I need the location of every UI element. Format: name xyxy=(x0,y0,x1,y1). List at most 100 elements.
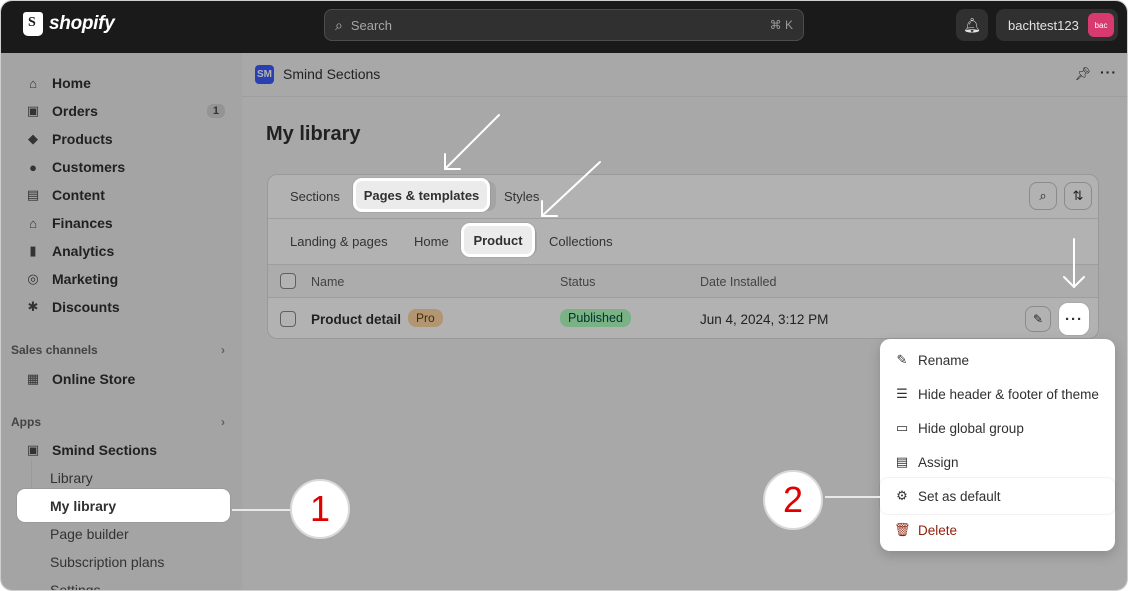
column-date-installed[interactable]: Date Installed xyxy=(700,275,776,289)
top-bar: shopify ⌕ Search ⌘ K 🔔︎ bachtest123 bac xyxy=(1,1,1127,53)
sort-button[interactable]: ⇅ xyxy=(1064,182,1092,210)
tab-landing-pages[interactable]: Landing & pages xyxy=(278,226,400,256)
search-input[interactable]: ⌕ Search ⌘ K xyxy=(324,9,804,41)
sidebar-item-products[interactable]: ◆ Products xyxy=(15,126,229,152)
sidebar-subitem-settings[interactable]: Settings xyxy=(50,582,101,590)
logo-text: shopify xyxy=(49,13,115,34)
menu-item-rename[interactable]: ✎ Rename xyxy=(880,343,1115,377)
more-actions-icon: ··· xyxy=(1065,310,1083,328)
page-title: My library xyxy=(266,123,361,145)
sidebar-item-content[interactable]: ▤ Content xyxy=(15,182,229,208)
table-header: Name Status Date Installed xyxy=(268,264,1098,298)
settings-icon: ⚙ xyxy=(896,488,908,503)
highlight-tab-pages-templates[interactable]: Pages & templates xyxy=(353,178,490,212)
sidebar-subitem-my-library[interactable]: My library xyxy=(17,489,230,522)
more-actions-icon[interactable]: ··· xyxy=(1100,64,1117,80)
edit-button[interactable]: ✎ xyxy=(1025,306,1051,332)
chart-icon: ▮ xyxy=(29,243,37,258)
pencil-icon: ✎ xyxy=(1032,312,1044,326)
tab-sections[interactable]: Sections xyxy=(278,181,352,211)
search-icon: ⌕ xyxy=(1039,188,1047,203)
sidebar-item-marketing[interactable]: ◎ Marketing xyxy=(15,266,229,292)
column-status[interactable]: Status xyxy=(560,275,595,289)
chevron-right-icon: › xyxy=(221,343,225,357)
sidebar-item-online-store[interactable]: ▦ Online Store xyxy=(15,366,229,392)
account-menu-button[interactable]: bachtest123 bac xyxy=(996,9,1118,41)
assign-icon: ▤ xyxy=(895,454,909,469)
sidebar-item-finances[interactable]: ⌂ Finances xyxy=(15,210,229,236)
sidebar-item-analytics[interactable]: ▮ Analytics xyxy=(15,238,229,264)
sidebar-item-label: Content xyxy=(52,187,105,203)
layout-icon: ☰ xyxy=(896,386,908,401)
shopify-logo[interactable]: shopify xyxy=(23,12,115,36)
sidebar-subitem-subscription-plans[interactable]: Subscription plans xyxy=(50,554,164,570)
tab-collections[interactable]: Collections xyxy=(537,226,625,256)
bell-icon: 🔔︎ xyxy=(963,16,981,33)
store-icon: ▦ xyxy=(26,371,40,386)
sidebar-item-smind-sections[interactable]: ▣ Smind Sections xyxy=(15,437,229,463)
sidebar-item-label: Customers xyxy=(52,159,126,175)
pin-icon[interactable]: 📌︎ xyxy=(1074,66,1091,82)
sidebar-item-label: Finances xyxy=(52,215,113,231)
apps-label: Apps xyxy=(11,415,41,429)
row-actions-menu: ✎ Rename ☰ Hide header & footer of theme… xyxy=(880,339,1115,551)
sidebar-item-label: Smind Sections xyxy=(52,442,158,458)
sidebar-subitem-library[interactable]: Library xyxy=(50,470,93,486)
sidebar-item-label: Marketing xyxy=(52,271,119,287)
sidebar-item-label: Online Store xyxy=(52,371,136,387)
sort-icon: ⇅ xyxy=(1072,188,1084,203)
row-name: Product detail xyxy=(311,312,402,327)
callout-2: 2 xyxy=(763,470,823,530)
row-more-actions-button[interactable]: ··· xyxy=(1059,303,1089,335)
callout-1-line xyxy=(232,509,290,511)
select-all-checkbox[interactable] xyxy=(280,273,296,289)
column-name[interactable]: Name xyxy=(311,275,344,289)
highlight-tab-product[interactable]: Product xyxy=(461,223,535,257)
content-icon: ▤ xyxy=(26,187,40,202)
search-shortcut: ⌘ K xyxy=(769,18,793,32)
menu-item-label: Delete xyxy=(918,522,958,538)
sidebar-item-discounts[interactable]: ✱ Discounts xyxy=(15,294,229,320)
trash-icon: 🗑︎ xyxy=(894,522,911,537)
sales-channels-heading[interactable]: Sales channels › xyxy=(11,343,225,357)
tag-icon: ◆ xyxy=(28,131,38,146)
menu-item-label: Rename xyxy=(918,352,970,368)
tab-styles[interactable]: Styles xyxy=(492,181,551,211)
orders-icon: ▣ xyxy=(26,103,40,118)
target-icon: ◎ xyxy=(27,271,39,286)
menu-item-delete[interactable]: 🗑︎ Delete xyxy=(880,513,1115,547)
app-title: Smind Sections xyxy=(283,66,381,82)
sidebar-item-home[interactable]: ⌂ Home xyxy=(15,70,229,96)
sidebar-item-orders[interactable]: ▣ Orders 1 xyxy=(15,98,229,124)
table-row[interactable]: Product detail Pro Published Jun 4, 2024… xyxy=(268,298,1098,338)
sidebar-item-label: Analytics xyxy=(52,243,115,259)
menu-item-label: Assign xyxy=(918,454,959,470)
menu-item-label: Hide header & footer of theme xyxy=(918,386,1099,402)
sidebar-item-label: Discounts xyxy=(52,299,120,315)
callout-2-line xyxy=(825,496,880,498)
search-placeholder: Search xyxy=(350,17,393,33)
sidebar-item-customers[interactable]: ● Customers xyxy=(15,154,229,180)
app-title-bar: SM Smind Sections 📌︎ ··· xyxy=(242,53,1127,97)
sidebar-subitem-page-builder[interactable]: Page builder xyxy=(50,526,129,542)
row-checkbox[interactable] xyxy=(280,311,296,327)
search-icon: ⌕ xyxy=(335,16,343,33)
app-icon: ▣ xyxy=(26,442,40,457)
tab-home[interactable]: Home xyxy=(402,226,461,256)
chevron-right-icon: › xyxy=(221,415,225,429)
app-window: shopify ⌕ Search ⌘ K 🔔︎ bachtest123 bac … xyxy=(0,0,1128,591)
menu-item-hide-header-footer[interactable]: ☰ Hide header & footer of theme xyxy=(880,377,1115,411)
menu-item-assign[interactable]: ▤ Assign xyxy=(880,445,1115,479)
search-button[interactable]: ⌕ xyxy=(1029,182,1057,210)
shopify-bag-icon xyxy=(23,12,43,36)
notifications-button[interactable]: 🔔︎ xyxy=(956,9,988,41)
apps-heading[interactable]: Apps › xyxy=(11,415,225,429)
account-name: bachtest123 xyxy=(1008,17,1079,33)
menu-item-set-as-default[interactable]: ⚙ Set as default xyxy=(880,478,1115,514)
discount-icon: ✱ xyxy=(27,299,39,314)
status-badge: Published xyxy=(560,309,631,327)
folder-icon: ▭ xyxy=(895,420,909,435)
menu-item-hide-global-group[interactable]: ▭ Hide global group xyxy=(880,411,1115,445)
menu-item-label: Set as default xyxy=(918,488,1001,504)
pro-badge: Pro xyxy=(408,309,443,327)
